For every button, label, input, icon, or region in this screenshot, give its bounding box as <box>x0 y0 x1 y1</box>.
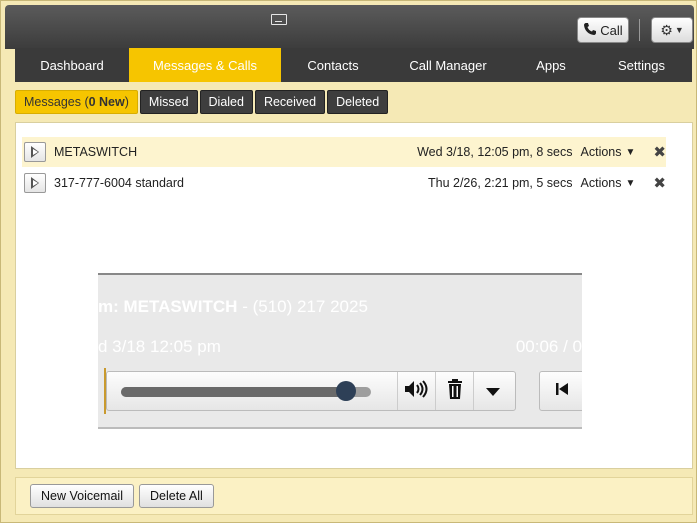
subtab-deleted[interactable]: Deleted <box>327 90 389 114</box>
message-meta: Wed 3/18, 12:05 pm, 8 secs <box>417 145 573 159</box>
tab-messages-calls[interactable]: Messages & Calls <box>129 48 281 82</box>
message-meta: Thu 2/26, 2:21 pm, 5 secs <box>427 176 573 190</box>
tab-apps[interactable]: Apps <box>511 48 591 82</box>
delete-all-button[interactable]: Delete All <box>138 484 214 508</box>
play-button[interactable] <box>24 173 46 193</box>
header-divider <box>639 19 640 41</box>
delete-voicemail-button[interactable] <box>435 372 473 410</box>
subtab-dialed[interactable]: Dialed <box>199 90 253 114</box>
volume-icon <box>404 379 430 403</box>
sub-tabs: Messages (0 New) Missed Dialed Received … <box>15 90 389 114</box>
skip-back-icon <box>555 382 569 401</box>
app-frame: Call ⚙ ▼ Dashboard Messages & Calls Cont… <box>0 0 697 523</box>
player-time: 00:06 / 0 <box>515 337 582 356</box>
settings-menu-button[interactable]: ⚙ ▼ <box>651 17 693 43</box>
close-icon[interactable]: ✖ <box>653 143 666 161</box>
player-date: d 3/18 12:05 pm <box>98 337 221 356</box>
new-count: 0 New <box>88 95 125 109</box>
window-icon[interactable] <box>271 14 287 25</box>
call-label: Call <box>600 22 623 38</box>
list-item[interactable]: METASWITCH Wed 3/18, 12:05 pm, 8 secs Ac… <box>22 137 666 167</box>
footer-toolbar: New Voicemail Delete All <box>15 477 693 515</box>
chevron-down-icon <box>485 381 501 402</box>
subtab-missed[interactable]: Missed <box>139 90 198 114</box>
gear-icon: ⚙ <box>660 21 673 38</box>
close-icon[interactable]: ✖ <box>653 174 666 192</box>
subtab-received[interactable]: Received <box>254 90 326 114</box>
main-nav: Dashboard Messages & Calls Contacts Call… <box>15 48 692 82</box>
play-button[interactable] <box>24 142 46 162</box>
phone-icon <box>583 22 597 39</box>
progress-fill <box>121 387 346 397</box>
player-controls <box>106 371 516 411</box>
caret-down-icon: ▼ <box>625 146 636 158</box>
message-caller: 317-777-6004 standard <box>54 176 184 190</box>
tab-contacts[interactable]: Contacts <box>281 48 385 82</box>
new-voicemail-button[interactable]: New Voicemail <box>30 484 134 508</box>
progress-slider[interactable] <box>121 387 371 397</box>
caret-down-icon: ▼ <box>625 177 636 189</box>
trash-icon <box>447 378 463 404</box>
player-from: m: METASWITCH - (510) 217 2025 <box>98 297 368 316</box>
play-icon <box>31 146 39 158</box>
volume-button[interactable] <box>397 372 435 410</box>
subtab-messages[interactable]: Messages (0 New) <box>15 90 138 114</box>
list-item[interactable]: 317-777-6004 standard Thu 2/26, 2:21 pm,… <box>22 168 666 198</box>
skip-back-button[interactable] <box>539 371 582 411</box>
tab-call-manager[interactable]: Call Manager <box>385 48 511 82</box>
tab-dashboard[interactable]: Dashboard <box>15 48 129 82</box>
message-caller: METASWITCH <box>54 145 138 159</box>
play-icon <box>31 177 39 189</box>
top-bar: Call ⚙ ▼ <box>5 5 694 49</box>
call-button[interactable]: Call <box>577 17 629 43</box>
voicemail-player-zoom: m: METASWITCH - (510) 217 2025 d 3/18 12… <box>98 273 582 429</box>
chevron-down-icon: ▼ <box>674 25 684 35</box>
actions-menu[interactable]: Actions ▼ <box>581 145 636 159</box>
more-options-button[interactable] <box>473 372 511 410</box>
progress-handle[interactable] <box>336 381 356 401</box>
tab-settings[interactable]: Settings <box>591 48 692 82</box>
actions-menu[interactable]: Actions ▼ <box>581 176 636 190</box>
